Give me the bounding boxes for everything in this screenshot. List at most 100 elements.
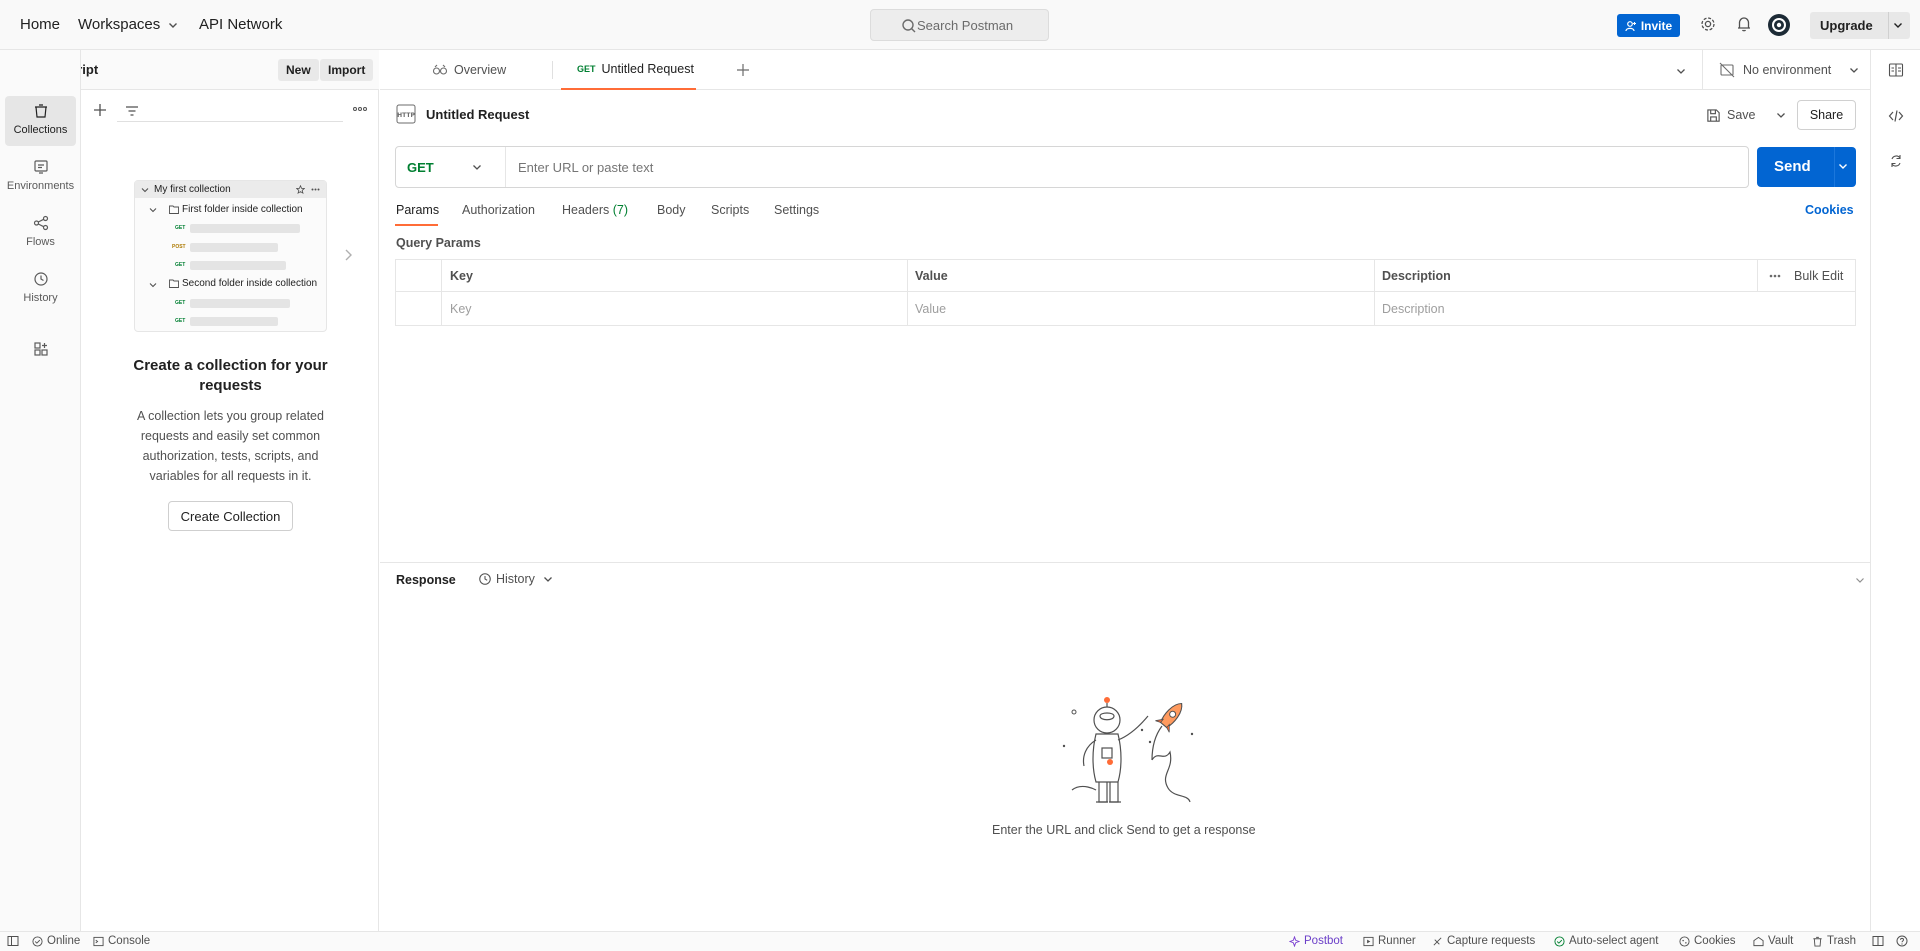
nav-workspaces-label: Workspaces bbox=[78, 16, 161, 33]
environment-quick-look-icon[interactable] bbox=[1888, 62, 1904, 78]
auto-select-agent-button[interactable]: Auto-select agent bbox=[1554, 935, 1659, 947]
postbot-button[interactable]: Postbot bbox=[1289, 935, 1343, 947]
nav-api-network[interactable]: API Network bbox=[199, 16, 282, 33]
chevron-down-icon[interactable] bbox=[1776, 110, 1786, 120]
chevron-down-icon[interactable] bbox=[1855, 575, 1865, 585]
tab-overview-label: Overview bbox=[454, 63, 507, 77]
send-button[interactable]: Send bbox=[1757, 147, 1856, 187]
create-collection-button[interactable]: Create Collection bbox=[168, 501, 293, 531]
tab-overview[interactable]: Overview bbox=[432, 50, 506, 90]
chevron-down-icon[interactable] bbox=[1838, 161, 1848, 171]
save-icon bbox=[1706, 108, 1721, 123]
rail-flows-label: Flows bbox=[26, 236, 55, 248]
vault-icon bbox=[1753, 936, 1764, 947]
new-button[interactable]: New bbox=[278, 59, 319, 81]
right-rail bbox=[1870, 50, 1920, 931]
table-divider bbox=[1374, 260, 1375, 326]
rail-flows[interactable]: Flows bbox=[5, 208, 76, 258]
send-label: Send bbox=[1774, 158, 1811, 175]
search-input[interactable]: Search Postman bbox=[870, 9, 1049, 41]
two-pane-icon[interactable] bbox=[1872, 935, 1884, 947]
bell-icon[interactable] bbox=[1735, 15, 1753, 33]
query-params-table: Key Value Description Bulk Edit Key Valu… bbox=[395, 259, 1856, 326]
check-circle-icon bbox=[1554, 935, 1565, 947]
value-input[interactable]: Value bbox=[907, 293, 1372, 325]
upgrade-button[interactable]: Upgrade bbox=[1810, 12, 1910, 39]
nav-home[interactable]: Home bbox=[20, 16, 60, 33]
tab-scripts[interactable]: Scripts bbox=[711, 203, 749, 217]
history-icon bbox=[33, 271, 49, 287]
tab-authorization[interactable]: Authorization bbox=[462, 203, 535, 217]
gear-icon[interactable] bbox=[1699, 15, 1717, 33]
plus-icon[interactable] bbox=[93, 103, 107, 117]
query-params-title: Query Params bbox=[396, 236, 481, 250]
trash-button[interactable]: Trash bbox=[1812, 935, 1856, 947]
key-input[interactable]: Key bbox=[442, 293, 905, 325]
environment-icon bbox=[33, 159, 49, 175]
col-description-header: Description bbox=[1382, 269, 1451, 283]
illustration-bar bbox=[190, 243, 278, 252]
request-title[interactable]: HTTP Untitled Request bbox=[396, 104, 529, 124]
url-input[interactable] bbox=[518, 159, 1718, 175]
import-button[interactable]: Import bbox=[320, 59, 374, 81]
empty-state-description: A collection lets you group related requ… bbox=[137, 409, 324, 483]
more-icon bbox=[311, 188, 320, 191]
cookies-status-label: Cookies bbox=[1694, 935, 1736, 947]
avatar[interactable] bbox=[1767, 13, 1791, 37]
tab-untitled-request[interactable]: GET Untitled Request bbox=[561, 50, 696, 90]
console-button[interactable]: Console bbox=[93, 935, 150, 947]
cookies-link[interactable]: Cookies bbox=[1805, 203, 1854, 217]
environment-select[interactable]: No environment bbox=[1702, 50, 1870, 90]
bulk-edit-button[interactable]: Bulk Edit bbox=[1786, 260, 1843, 292]
empty-state-title: Create a collection for your requests bbox=[133, 357, 328, 394]
search-placeholder: Search Postman bbox=[917, 17, 1014, 33]
more-icon[interactable] bbox=[353, 106, 367, 112]
rail-environments[interactable]: Environments bbox=[5, 152, 76, 202]
method-select[interactable]: GET bbox=[396, 147, 506, 187]
capture-requests-button[interactable]: Capture requests bbox=[1432, 935, 1535, 947]
collections-sidebar: My first collection First folder inside … bbox=[81, 90, 379, 931]
help-icon[interactable] bbox=[1896, 935, 1908, 947]
history-icon bbox=[478, 572, 492, 586]
code-icon[interactable] bbox=[1888, 108, 1904, 124]
plus-icon[interactable] bbox=[736, 63, 750, 77]
runner-button[interactable]: Runner bbox=[1363, 935, 1416, 947]
response-history-toggle[interactable]: History bbox=[478, 572, 553, 586]
folder-icon bbox=[169, 205, 179, 214]
rail-collections[interactable]: Collections bbox=[5, 96, 76, 146]
tab-headers-label: Headers bbox=[562, 203, 610, 217]
tab-body[interactable]: Body bbox=[657, 203, 686, 217]
sidebar-toolbar bbox=[81, 90, 379, 130]
search-icon bbox=[901, 18, 917, 34]
filter-input[interactable] bbox=[117, 100, 343, 122]
related-icon[interactable] bbox=[1888, 153, 1904, 169]
upgrade-label: Upgrade bbox=[1820, 18, 1873, 33]
check-circle-icon bbox=[32, 935, 43, 947]
cookies-button[interactable]: Cookies bbox=[1679, 935, 1736, 947]
rail-configure[interactable] bbox=[5, 334, 76, 364]
nav-workspaces[interactable]: Workspaces bbox=[78, 16, 178, 33]
tab-settings[interactable]: Settings bbox=[774, 203, 819, 217]
vault-button[interactable]: Vault bbox=[1753, 935, 1793, 947]
chevron-down-icon[interactable] bbox=[1676, 66, 1686, 76]
invite-button[interactable]: Invite bbox=[1617, 14, 1680, 37]
description-input[interactable]: Description bbox=[1374, 293, 1854, 325]
tab-headers[interactable]: Headers (7) bbox=[562, 203, 628, 217]
share-button[interactable]: Share bbox=[1797, 100, 1856, 130]
save-button[interactable]: Save bbox=[1706, 102, 1786, 128]
chevron-down-icon[interactable] bbox=[1893, 20, 1903, 30]
tab-params[interactable]: Params bbox=[396, 203, 439, 217]
cookie-icon bbox=[1679, 935, 1690, 947]
toggle-sidebar-icon[interactable] bbox=[7, 935, 19, 947]
rail-history[interactable]: History bbox=[5, 264, 76, 314]
illustration-bar bbox=[190, 261, 286, 270]
more-icon[interactable] bbox=[1769, 274, 1781, 278]
illustration-method: POST bbox=[172, 244, 186, 250]
online-status[interactable]: Online bbox=[32, 935, 80, 947]
left-rail: Collections Environments Flows History bbox=[0, 50, 81, 931]
send-divider bbox=[1834, 147, 1835, 187]
environment-label: No environment bbox=[1743, 63, 1832, 77]
trash-icon bbox=[1812, 936, 1823, 947]
upgrade-divider bbox=[1888, 12, 1889, 39]
add-user-icon bbox=[1625, 20, 1637, 32]
